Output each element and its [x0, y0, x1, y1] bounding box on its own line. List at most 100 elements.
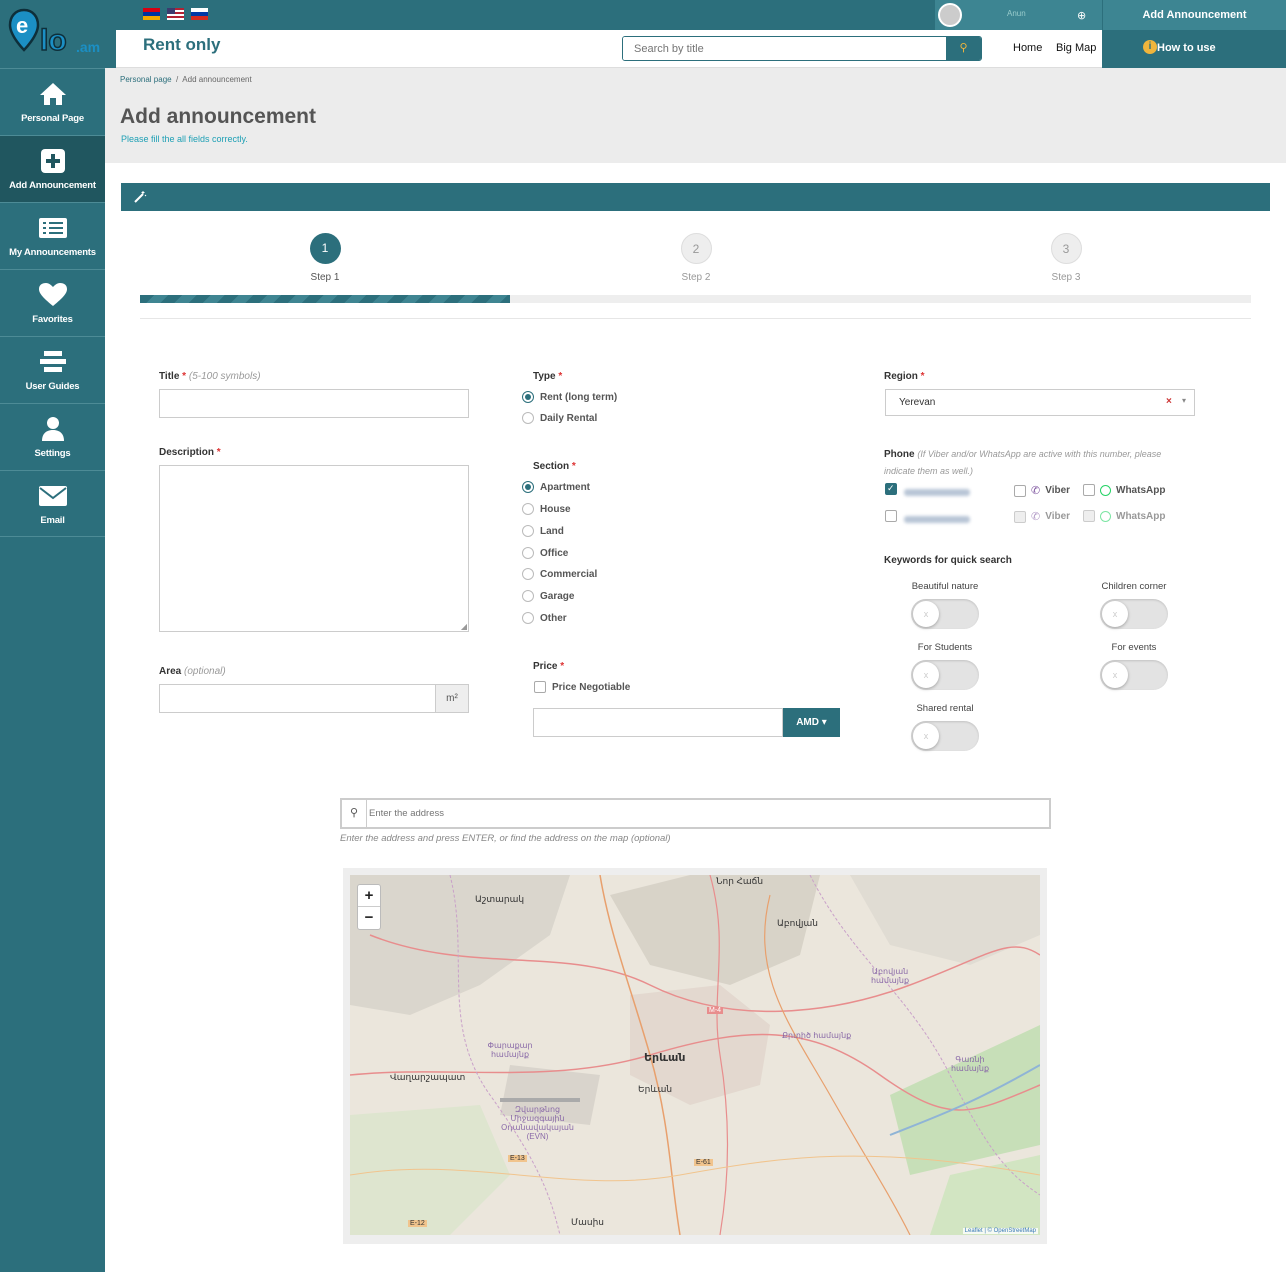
description-label: Description *: [159, 447, 221, 458]
step-2: 2 Step 2: [666, 233, 726, 283]
flag-russia-icon[interactable]: [191, 8, 208, 20]
radio-label: Office: [540, 547, 569, 559]
flag-armenia-icon[interactable]: [143, 8, 160, 20]
map-label: Վաղարշապատ: [390, 1072, 466, 1082]
radio-label: Apartment: [540, 481, 591, 493]
header: Rent only ⚲ Home Big Map i How to use: [116, 30, 1286, 68]
step-label: Step 2: [681, 272, 711, 283]
avatar[interactable]: [938, 3, 962, 27]
checkbox[interactable]: [534, 681, 546, 693]
sidebar-item-settings[interactable]: Settings: [0, 403, 105, 470]
map-label: Աբովյան: [777, 918, 818, 928]
toggle-for-events[interactable]: x: [1100, 660, 1168, 690]
list-icon: [38, 218, 67, 238]
site-logo[interactable]: e lo .am: [0, 0, 116, 68]
radio-button[interactable]: [522, 412, 534, 424]
zoom-out-button[interactable]: −: [358, 907, 380, 929]
region-select[interactable]: Yerevan × ▾: [885, 389, 1195, 416]
map-tiles: [350, 875, 1040, 1235]
toggle-beautiful-nature[interactable]: x: [911, 599, 979, 629]
phone-1-whatsapp[interactable]: WhatsApp: [1083, 484, 1165, 496]
checkbox[interactable]: [1014, 484, 1026, 497]
title-input[interactable]: [159, 389, 469, 418]
sidebar-item-my-announcements[interactable]: My Announcements: [0, 202, 105, 269]
add-announcement-button[interactable]: Add Announcement: [1103, 0, 1286, 30]
section-option-garage[interactable]: Garage: [522, 590, 574, 602]
radio-label: Rent (long term): [540, 391, 618, 403]
radio-button[interactable]: [522, 503, 534, 515]
price-negotiable-checkbox[interactable]: Price Negotiable: [534, 681, 630, 693]
map-label: Զվարթնոց Միջազգային Օդանավակայան (EVN): [500, 1105, 575, 1141]
whatsapp-icon: [1100, 484, 1111, 496]
price-input[interactable]: [533, 708, 783, 737]
phone-2-viber: ✆ Viber: [1014, 510, 1070, 523]
area-label: Area (optional): [159, 666, 226, 677]
sidebar-item-email[interactable]: Email: [0, 470, 105, 537]
whatsapp-label: WhatsApp: [1116, 510, 1166, 522]
radio-button[interactable]: [522, 391, 534, 403]
divider: [140, 318, 1251, 319]
price-label-text: Price: [533, 661, 558, 672]
user-menu[interactable]: Anun ⊕: [935, 0, 1102, 30]
map-attribution[interactable]: Leaflet | © OpenStreetMap: [962, 1228, 1038, 1234]
map[interactable]: Նոր Հաճն Աշտարակ Աբովյան Աբովյան համայնք…: [350, 875, 1040, 1235]
search-button[interactable]: ⚲: [946, 37, 981, 60]
required-mark: *: [216, 447, 221, 458]
radio-button[interactable]: [522, 547, 534, 559]
big-map-link[interactable]: Big Map: [1056, 42, 1096, 54]
toggle-shared-rental[interactable]: x: [911, 721, 979, 751]
breadcrumb-current: Add announcement: [182, 75, 252, 84]
radio-button[interactable]: [522, 590, 534, 602]
flag-usa-icon[interactable]: [167, 8, 184, 20]
type-option-long-term[interactable]: Rent (long term): [522, 391, 617, 403]
address-input[interactable]: [369, 804, 969, 823]
search-input[interactable]: [623, 37, 947, 60]
section-option-commercial[interactable]: Commercial: [522, 568, 597, 580]
section-option-apartment[interactable]: Apartment: [522, 481, 590, 493]
zoom-in-button[interactable]: +: [358, 885, 380, 907]
sidebar-item-add-announcement[interactable]: Add Announcement: [0, 135, 105, 202]
envelope-icon: [38, 486, 67, 506]
section-option-house[interactable]: House: [522, 503, 571, 515]
section-option-land[interactable]: Land: [522, 525, 564, 537]
radio-button[interactable]: [522, 568, 534, 580]
panel-header: [121, 183, 1270, 211]
toggle-for-students[interactable]: x: [911, 660, 979, 690]
radio-button[interactable]: [522, 481, 534, 493]
toggle-children-corner[interactable]: x: [1100, 599, 1168, 629]
whatsapp-icon: [1100, 510, 1111, 522]
sidebar-item-label: Favorites: [32, 314, 73, 325]
radio-button[interactable]: [522, 525, 534, 537]
section-option-office[interactable]: Office: [522, 547, 568, 559]
sidebar-item-user-guides[interactable]: User Guides: [0, 336, 105, 403]
resize-handle-icon[interactable]: ◢: [461, 622, 467, 631]
how-to-use-button[interactable]: i How to use: [1102, 30, 1286, 68]
description-label-text: Description: [159, 447, 215, 458]
sidebar-item-personal-page[interactable]: Personal Page: [0, 68, 105, 135]
phone-2-number: [903, 515, 970, 523]
area-input[interactable]: m²: [159, 684, 469, 713]
phone-1-checkbox[interactable]: [885, 483, 897, 495]
currency-dropdown[interactable]: AMD ▾: [783, 708, 840, 737]
phone-1-viber[interactable]: ✆ Viber: [1014, 484, 1070, 497]
toggle-knob: x: [913, 723, 939, 749]
checkbox[interactable]: [1083, 484, 1095, 496]
description-textarea[interactable]: ◢: [159, 465, 469, 632]
sidebar-item-label: Personal Page: [21, 113, 84, 124]
search-icon: ⚲: [959, 42, 968, 54]
step-3: 3 Step 3: [1036, 233, 1096, 283]
section-option-other[interactable]: Other: [522, 612, 567, 624]
logout-icon[interactable]: ⊕: [1077, 9, 1089, 22]
region-label: Region *: [884, 371, 925, 382]
breadcrumb-home-link[interactable]: Personal page: [120, 75, 172, 84]
home-link[interactable]: Home: [1013, 42, 1042, 54]
type-option-daily[interactable]: Daily Rental: [522, 412, 597, 424]
phone-2-checkbox[interactable]: [885, 510, 897, 522]
map-label: Աշտարակ: [475, 894, 525, 904]
sidebar-item-favorites[interactable]: Favorites: [0, 269, 105, 336]
radio-label: Commercial: [540, 568, 598, 580]
radio-button[interactable]: [522, 612, 534, 624]
step-number: 3: [1050, 233, 1082, 264]
checkbox: [1014, 510, 1026, 523]
clear-icon[interactable]: ×: [1166, 396, 1172, 407]
